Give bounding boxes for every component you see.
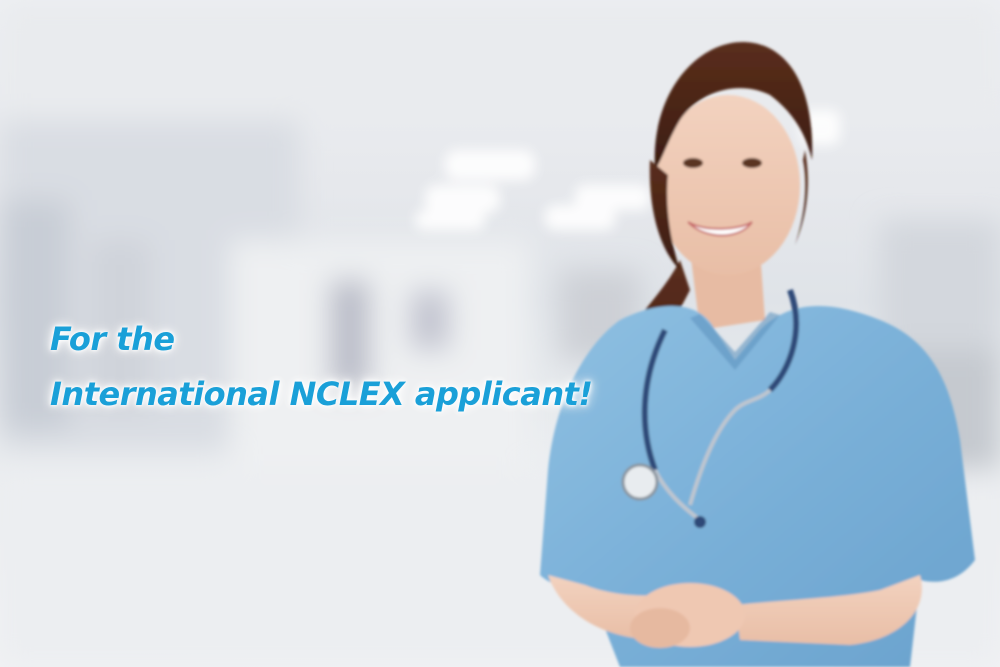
headline-line-1: For the <box>50 320 175 358</box>
nurse-figure <box>540 41 975 667</box>
headline-line-2: International NCLEX applicant! <box>50 375 593 413</box>
headline: For the International NCLEX applicant! <box>50 312 593 422</box>
